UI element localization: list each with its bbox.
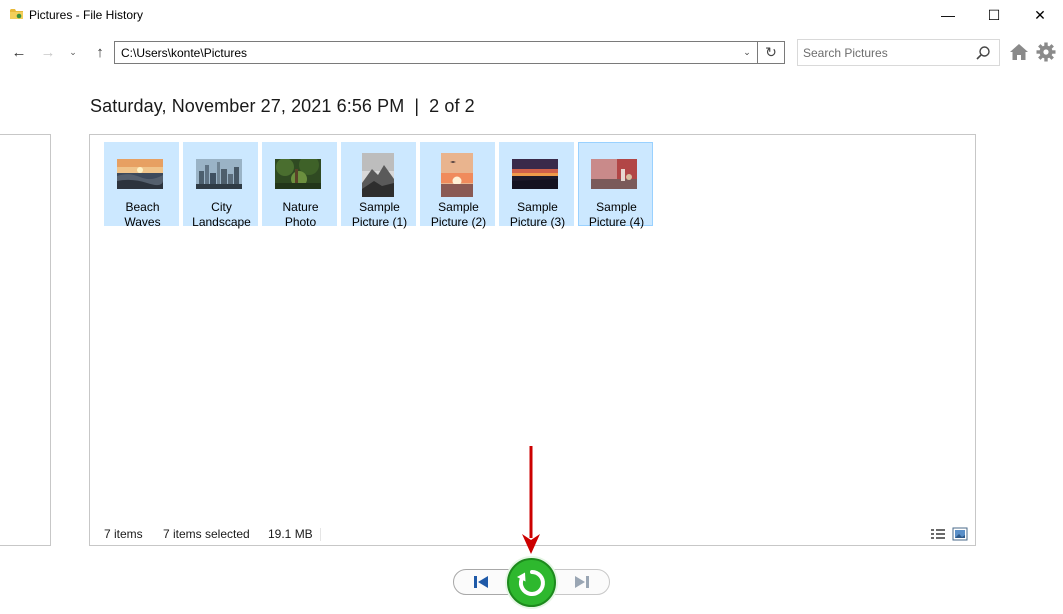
beach-thumbnail xyxy=(117,159,163,189)
file-tile-beach-waves[interactable]: Beach Waves xyxy=(104,142,179,229)
window-title: Pictures - File History xyxy=(29,8,144,22)
room-thumbnail xyxy=(591,159,637,189)
up-button[interactable]: ↑ xyxy=(89,41,111,63)
file-name: Nature Photo xyxy=(282,200,319,229)
sunset-thumbnail xyxy=(441,153,473,197)
arrow-right-icon: → xyxy=(40,43,56,61)
close-button[interactable]: ✕ xyxy=(1017,0,1063,30)
minimize-icon: — xyxy=(941,7,955,23)
address-bar[interactable]: C:\Users\konte\Pictures ⌄ xyxy=(114,41,758,64)
file-name: Sample Picture (2) xyxy=(430,200,487,229)
gear-icon[interactable] xyxy=(1035,41,1057,63)
header-separator: | xyxy=(414,96,420,116)
arrow-left-icon: ← xyxy=(11,43,27,61)
search-input[interactable] xyxy=(803,45,973,61)
back-button[interactable]: ← xyxy=(8,41,30,63)
file-name: City Landscape xyxy=(192,200,251,229)
recent-locations-button[interactable]: ⌄ xyxy=(62,41,84,63)
skip-previous-icon xyxy=(474,576,488,588)
file-name: Sample Picture (4) xyxy=(588,200,645,229)
file-name: Sample Picture (3) xyxy=(509,200,566,229)
file-tile-sample-picture-3[interactable]: Sample Picture (3) xyxy=(499,142,574,229)
restore-button[interactable] xyxy=(507,558,556,607)
chevron-down-icon[interactable]: ⌄ xyxy=(739,44,755,61)
close-icon: ✕ xyxy=(1034,6,1046,23)
snapshot-position: 2 of 2 xyxy=(429,96,475,116)
previous-snapshot-pane[interactable] xyxy=(0,134,51,546)
file-tile-city-landscape[interactable]: City Landscape xyxy=(183,142,258,229)
file-name: Beach Waves xyxy=(124,200,161,229)
restore-icon xyxy=(516,569,545,596)
chevron-down-icon: ⌄ xyxy=(69,46,77,57)
nature-thumbnail xyxy=(275,159,321,189)
file-name: Sample Picture (1) xyxy=(351,200,408,229)
item-count: 7 items xyxy=(104,527,143,541)
maximize-button[interactable]: ☐ xyxy=(971,0,1017,30)
details-view-icon[interactable] xyxy=(930,527,946,541)
title-bar: Pictures - File History — ☐ ✕ xyxy=(0,0,1063,30)
minimize-button[interactable]: — xyxy=(925,0,971,30)
arrow-up-icon: ↑ xyxy=(96,43,104,61)
annotation-arrow-icon xyxy=(522,446,540,554)
forward-button[interactable]: → xyxy=(37,41,59,63)
navigation-bar: ← → ⌄ ↑ C:\Users\konte\Pictures ⌄ ↻ xyxy=(0,36,1063,68)
dusk-thumbnail xyxy=(512,159,558,189)
selected-size: 19.1 MB xyxy=(268,527,313,541)
snapshot-date: Saturday, November 27, 2021 6:56 PM xyxy=(90,96,405,116)
folder-icon xyxy=(10,9,23,19)
refresh-button[interactable]: ↻ xyxy=(758,41,785,64)
file-tile-sample-picture-1[interactable]: Sample Picture (1) xyxy=(341,142,416,229)
previous-version-button[interactable] xyxy=(453,569,509,595)
snapshot-header: Saturday, November 27, 2021 6:56 PM | 2 of… xyxy=(90,96,475,117)
large-icons-view-icon[interactable] xyxy=(952,527,968,541)
file-tile-sample-picture-4[interactable]: Sample Picture (4) xyxy=(578,142,653,229)
file-history-window: Pictures - File History — ☐ ✕ ← → ⌄ ↑ C:… xyxy=(0,0,1063,614)
next-version-button[interactable] xyxy=(554,569,610,595)
file-tile-nature-photo[interactable]: Nature Photo xyxy=(262,142,337,229)
city-thumbnail xyxy=(196,159,242,189)
file-tile-sample-picture-2[interactable]: Sample Picture (2) xyxy=(420,142,495,229)
search-icon[interactable] xyxy=(975,45,991,61)
status-divider xyxy=(320,528,321,541)
search-box[interactable] xyxy=(797,39,1000,66)
selected-count: 7 items selected xyxy=(163,527,250,541)
address-path[interactable]: C:\Users\konte\Pictures xyxy=(121,46,247,60)
mountain-thumbnail xyxy=(362,153,394,197)
skip-next-icon xyxy=(575,576,589,588)
refresh-icon: ↻ xyxy=(765,44,777,60)
maximize-icon: ☐ xyxy=(987,6,1001,23)
home-icon[interactable] xyxy=(1009,41,1029,63)
